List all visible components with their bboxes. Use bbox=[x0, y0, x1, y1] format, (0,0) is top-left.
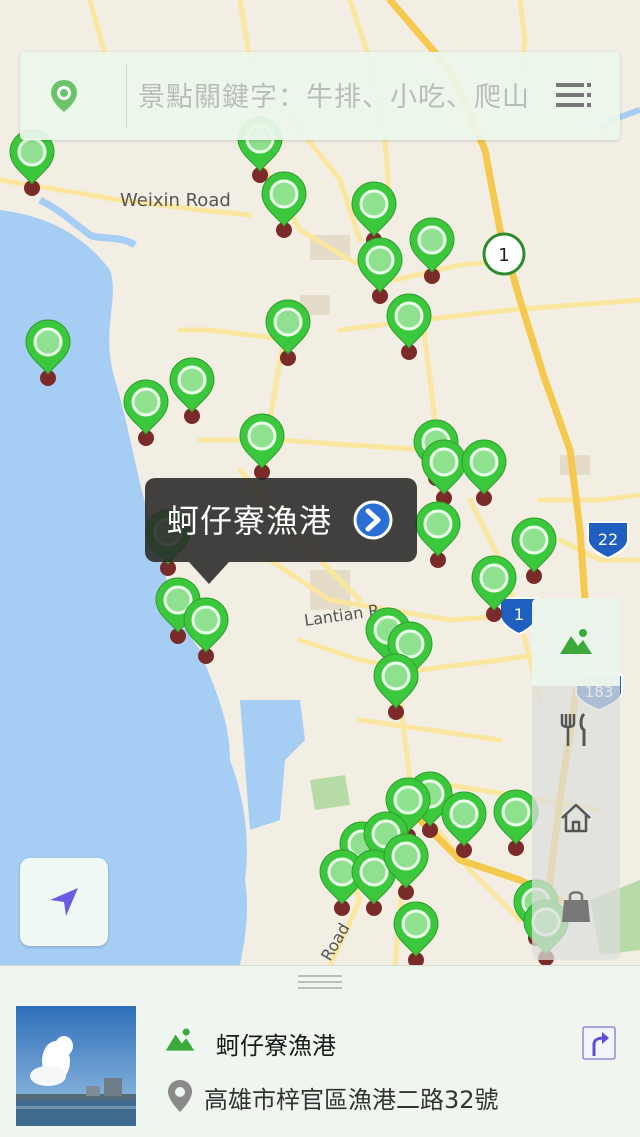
place-detail-panel: 蚵仔寮漁港 高雄市梓官區漁港二路32號 bbox=[0, 965, 640, 1137]
category-filter-panel bbox=[532, 598, 620, 960]
mountain-icon bbox=[165, 1028, 195, 1051]
svg-text:1: 1 bbox=[514, 605, 524, 624]
callout-title: 蚵仔寮漁港 bbox=[167, 502, 333, 540]
category-food[interactable] bbox=[532, 686, 620, 774]
place-photo[interactable] bbox=[16, 1006, 136, 1126]
svg-text:1: 1 bbox=[498, 245, 509, 266]
place-callout[interactable]: 蚵仔寮漁港 bbox=[145, 478, 417, 584]
mountain-icon bbox=[560, 629, 592, 654]
search-input[interactable] bbox=[136, 74, 560, 120]
highway-shield-1-provincial: 1 bbox=[482, 232, 526, 276]
locate-me-button[interactable] bbox=[20, 858, 108, 946]
search-bar bbox=[20, 52, 620, 140]
menu-icon[interactable] bbox=[556, 80, 592, 112]
address-pin-icon bbox=[168, 1080, 192, 1112]
category-shopping[interactable] bbox=[532, 862, 620, 950]
place-address: 高雄市梓官區漁港二路32號 bbox=[204, 1086, 499, 1114]
navigation-arrow-icon bbox=[50, 888, 78, 916]
place-name: 蚵仔寮漁港 bbox=[216, 1032, 336, 1060]
house-icon bbox=[561, 803, 591, 833]
category-lodging[interactable] bbox=[532, 774, 620, 862]
svg-text:22: 22 bbox=[598, 530, 618, 549]
shopping-bag-icon bbox=[562, 891, 590, 922]
location-pin-icon[interactable] bbox=[48, 78, 80, 114]
road-label-weixin: Weixin Road bbox=[120, 190, 231, 211]
fork-knife-icon bbox=[560, 712, 586, 746]
disclosure-arrow-icon[interactable] bbox=[353, 500, 393, 540]
directions-icon[interactable] bbox=[582, 1026, 616, 1060]
drag-handle-icon[interactable] bbox=[298, 973, 342, 991]
category-scenic[interactable] bbox=[532, 598, 620, 686]
